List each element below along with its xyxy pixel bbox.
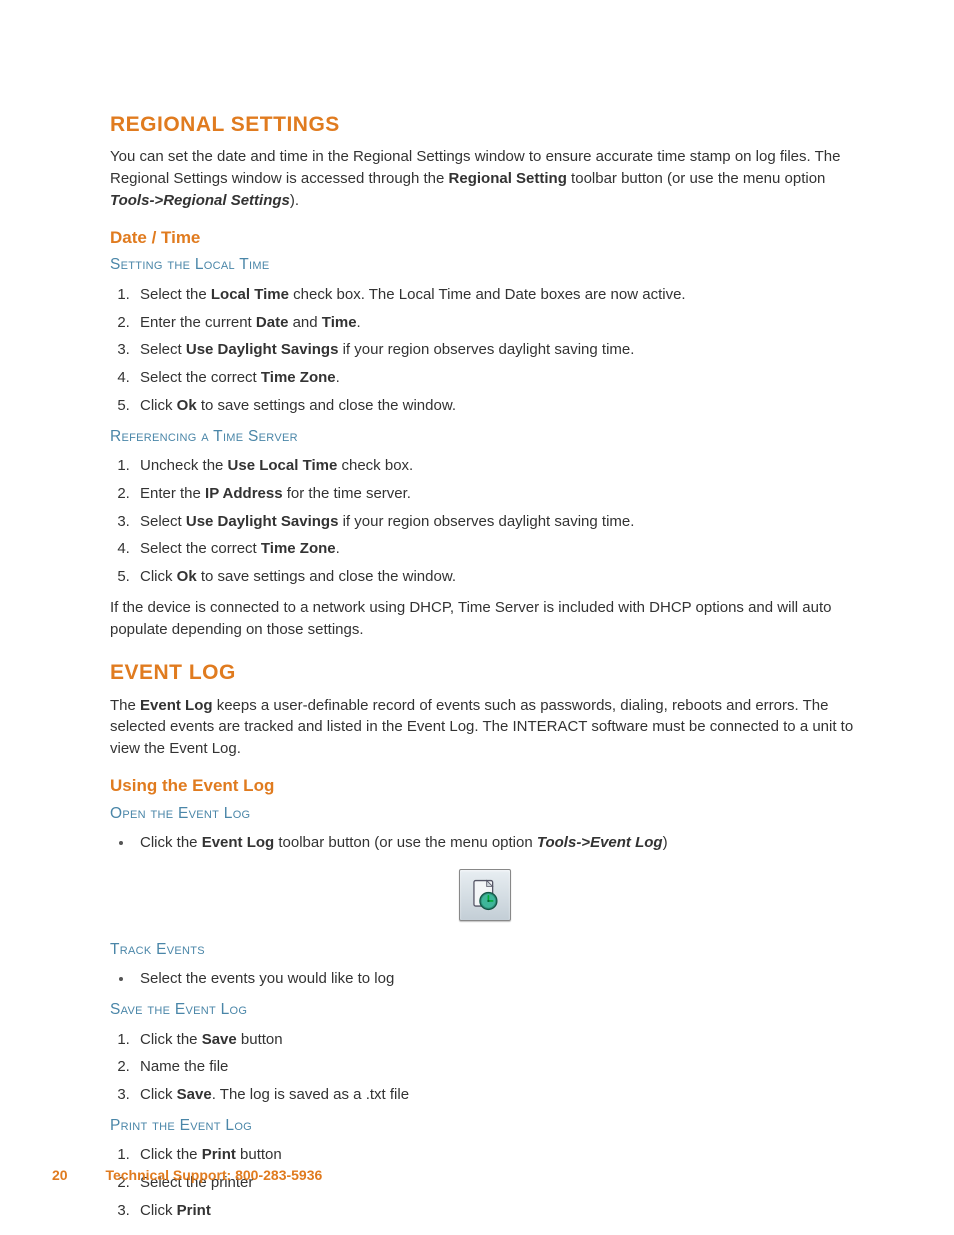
menu-path: Tools->Event Log [537,834,663,851]
event-log-icon-container [110,869,859,921]
text-bold: Save [202,1031,237,1048]
text: Select [140,513,186,530]
text: . The log is saved as a .txt file [212,1086,409,1103]
text: Select the correct [140,369,261,386]
text: to save settings and close the window. [197,568,456,585]
text: Name the file [140,1058,228,1075]
text: button [236,1146,282,1163]
text: ) [663,834,668,851]
text: . [336,369,340,386]
text-bold: Print [177,1202,211,1219]
menu-path: Tools->Regional Settings [110,192,290,209]
text: Click [140,1202,177,1219]
list-item: Click the Event Log toolbar button (or u… [134,829,859,857]
text: for the time server. [283,485,411,502]
text: button [237,1031,283,1048]
list-item: Enter the current Date and Time. [134,309,859,337]
text-bold: Event Log [202,834,275,851]
text-bold: Ok [177,568,197,585]
text-bold: Use Daylight Savings [186,341,339,358]
text: check box. The Local Time and Date boxes… [289,286,686,303]
heading-regional-settings: REGIONAL SETTINGS [110,110,859,140]
text: keeps a user-definable record of events … [110,697,853,758]
text-bold: Use Local Time [228,457,338,474]
text-bold: Time Zone [261,369,336,386]
list-referencing-time-server: Uncheck the Use Local Time check box. En… [134,452,859,591]
text-bold: Use Daylight Savings [186,513,339,530]
list-item: Enter the IP Address for the time server… [134,480,859,508]
text: Click [140,568,177,585]
text-bold: Save [177,1086,212,1103]
subsub-print-event-log: Print the Event Log [110,1115,859,1137]
subsub-setting-local-time: Setting the Local Time [110,254,859,276]
text-bold: Ok [177,397,197,414]
text: Click [140,1086,177,1103]
list-item: Click Ok to save settings and close the … [134,392,859,420]
list-setting-local-time: Select the Local Time check box. The Loc… [134,281,859,420]
subsub-track-events: Track Events [110,939,859,961]
list-item: Select the correct Time Zone. [134,364,859,392]
note-dhcp: If the device is connected to a network … [110,597,859,641]
text: Uncheck the [140,457,228,474]
subsub-referencing-time-server: Referencing a Time Server [110,426,859,448]
list-item: Click the Save button [134,1026,859,1054]
event-log-toolbar-icon [459,869,511,921]
text: ). [290,192,299,209]
text: . [357,314,361,331]
document-clock-icon [468,878,502,912]
text-bold: Print [202,1146,236,1163]
text-bold: Local Time [211,286,289,303]
text: to save settings and close the window. [197,397,456,414]
text: Click the [140,834,202,851]
list-item: Uncheck the Use Local Time check box. [134,452,859,480]
list-item: Click Print [134,1197,859,1225]
page-number: 20 [52,1167,68,1183]
intro-regional: You can set the date and time in the Reg… [110,146,859,211]
text: toolbar button (or use the menu option [567,170,826,187]
list-open-event-log: Click the Event Log toolbar button (or u… [134,829,859,857]
text: if your region observes daylight saving … [338,513,634,530]
text: toolbar button (or use the menu option [274,834,537,851]
list-item: Click Save. The log is saved as a .txt f… [134,1081,859,1109]
text: Select [140,341,186,358]
text: if your region observes daylight saving … [338,341,634,358]
subheading-date-time: Date / Time [110,226,859,251]
intro-event-log: The Event Log keeps a user-definable rec… [110,695,859,760]
text: Click the [140,1146,202,1163]
text: check box. [337,457,413,474]
heading-event-log: EVENT LOG [110,658,859,688]
list-item: Select the Local Time check box. The Loc… [134,281,859,309]
text: Select the [140,286,211,303]
page-footer: 20 Technical Support: 800-283-5936 [52,1165,322,1185]
list-item: Select the events you would like to log [134,965,859,993]
list-item: Select the correct Time Zone. [134,535,859,563]
list-item: Select Use Daylight Savings if your regi… [134,336,859,364]
text: Select the correct [140,540,261,557]
text: The [110,697,140,714]
list-item: Name the file [134,1053,859,1081]
text: . [336,540,340,557]
subheading-using-event-log: Using the Event Log [110,774,859,799]
subsub-open-event-log: Open the Event Log [110,803,859,825]
text-bold: Time [322,314,357,331]
text: Enter the [140,485,205,502]
text-bold: IP Address [205,485,283,502]
text: Enter the current [140,314,256,331]
text-bold: Event Log [140,697,213,714]
list-item: Click Ok to save settings and close the … [134,563,859,591]
text-bold: Time Zone [261,540,336,557]
list-save-event-log: Click the Save button Name the file Clic… [134,1026,859,1109]
text: Click the [140,1031,202,1048]
text-bold: Regional Setting [449,170,567,187]
subsub-save-event-log: Save the Event Log [110,999,859,1021]
support-line: Technical Support: 800-283-5936 [105,1167,322,1183]
list-item: Select Use Daylight Savings if your regi… [134,508,859,536]
text: and [288,314,321,331]
text-bold: Date [256,314,289,331]
text: Click [140,397,177,414]
list-track-events: Select the events you would like to log [134,965,859,993]
